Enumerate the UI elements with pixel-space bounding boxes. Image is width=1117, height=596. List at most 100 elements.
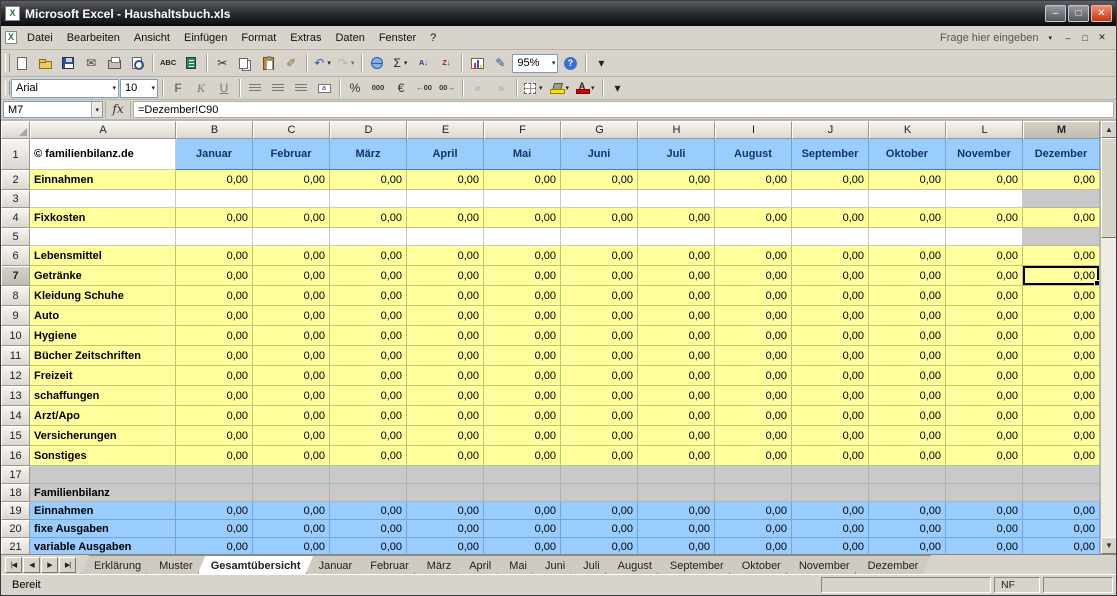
cell-F18[interactable] [484,484,561,502]
row-header-7[interactable]: 7 [1,266,30,286]
row-header-11[interactable]: 11 [1,346,30,366]
cell-J9[interactable]: 0,00 [792,306,869,326]
cell-B11[interactable]: 0,00 [176,346,253,366]
tab-scroll-first-button[interactable]: |◀ [5,557,22,573]
cell-E6[interactable]: 0,00 [407,246,484,266]
maximize-button[interactable]: □ [1068,5,1089,22]
cell-M2[interactable]: 0,00 [1023,170,1100,190]
name-box[interactable]: M7 ▾ [3,101,103,118]
cell-A1[interactable]: © familienbilanz.de [30,139,176,170]
cell-J13[interactable]: 0,00 [792,386,869,406]
sort-ascending-button[interactable]: A↓ [412,53,434,73]
cell-K11[interactable]: 0,00 [869,346,946,366]
cell-L1[interactable]: November [946,139,1023,170]
cell-F9[interactable]: 0,00 [484,306,561,326]
cell-A21[interactable]: variable Ausgaben [30,538,176,554]
cell-F8[interactable]: 0,00 [484,286,561,306]
cell-F6[interactable]: 0,00 [484,246,561,266]
print-preview-button[interactable] [126,53,148,73]
cell-J3[interactable] [792,190,869,208]
cell-C16[interactable]: 0,00 [253,446,330,466]
decrease-decimal-button[interactable]: 00→ [436,78,458,98]
decrease-indent-button[interactable]: « [467,78,489,98]
cell-L17[interactable] [946,466,1023,484]
cell-I19[interactable]: 0,00 [715,502,792,520]
cell-D4[interactable]: 0,00 [330,208,407,228]
restore-workbook-button[interactable]: □ [1077,31,1093,45]
cell-M11[interactable]: 0,00 [1023,346,1100,366]
cell-C19[interactable]: 0,00 [253,502,330,520]
cell-F14[interactable]: 0,00 [484,406,561,426]
cell-I13[interactable]: 0,00 [715,386,792,406]
cell-E15[interactable]: 0,00 [407,426,484,446]
cell-E20[interactable]: 0,00 [407,520,484,538]
cell-J2[interactable]: 0,00 [792,170,869,190]
col-header-M[interactable]: M [1023,121,1100,139]
cell-A2[interactable]: Einnahmen [30,170,176,190]
cell-G1[interactable]: Juni [561,139,638,170]
cell-I18[interactable] [715,484,792,502]
toolbar-options-button[interactable]: ▾ [590,53,612,73]
col-header-K[interactable]: K [869,121,946,139]
menu-extras[interactable]: Extras [283,29,328,47]
cell-K4[interactable]: 0,00 [869,208,946,228]
cell-M20[interactable]: 0,00 [1023,520,1100,538]
cell-F4[interactable]: 0,00 [484,208,561,228]
cell-F13[interactable]: 0,00 [484,386,561,406]
cell-B3[interactable] [176,190,253,208]
cell-H14[interactable]: 0,00 [638,406,715,426]
cell-G15[interactable]: 0,00 [561,426,638,446]
cell-L19[interactable]: 0,00 [946,502,1023,520]
cell-G6[interactable]: 0,00 [561,246,638,266]
cell-M3[interactable] [1023,190,1100,208]
cell-C8[interactable]: 0,00 [253,286,330,306]
cell-E8[interactable]: 0,00 [407,286,484,306]
cell-H15[interactable]: 0,00 [638,426,715,446]
cell-M4[interactable]: 0,00 [1023,208,1100,228]
scroll-down-icon[interactable]: ▼ [1101,537,1116,554]
save-button[interactable] [57,53,79,73]
cell-A15[interactable]: Versicherungen [30,426,176,446]
cell-H6[interactable]: 0,00 [638,246,715,266]
percent-style-button[interactable]: % [344,78,366,98]
cell-I10[interactable]: 0,00 [715,326,792,346]
increase-indent-button[interactable]: » [490,78,512,98]
row-header-16[interactable]: 16 [1,446,30,466]
menu-bearbeiten[interactable]: Bearbeiten [60,29,127,47]
select-all-corner[interactable] [1,121,30,139]
spelling-button[interactable]: ABC [157,53,179,73]
cell-I6[interactable]: 0,00 [715,246,792,266]
row-header-3[interactable]: 3 [1,190,30,208]
cell-K9[interactable]: 0,00 [869,306,946,326]
row-header-12[interactable]: 12 [1,366,30,386]
row-header-6[interactable]: 6 [1,246,30,266]
cell-A13[interactable]: schaffungen [30,386,176,406]
cell-L13[interactable]: 0,00 [946,386,1023,406]
email-button[interactable]: ✉ [80,53,102,73]
row-header-17[interactable]: 17 [1,466,30,484]
cell-D10[interactable]: 0,00 [330,326,407,346]
cell-G2[interactable]: 0,00 [561,170,638,190]
cell-E12[interactable]: 0,00 [407,366,484,386]
cell-H13[interactable]: 0,00 [638,386,715,406]
cell-A3[interactable] [30,190,176,208]
cell-G5[interactable] [561,228,638,246]
cell-M10[interactable]: 0,00 [1023,326,1100,346]
row-header-5[interactable]: 5 [1,228,30,246]
cell-J18[interactable] [792,484,869,502]
cell-D5[interactable] [330,228,407,246]
cell-H18[interactable] [638,484,715,502]
cell-E2[interactable]: 0,00 [407,170,484,190]
sheet-tab-november[interactable]: November [786,555,863,574]
col-header-F[interactable]: F [484,121,561,139]
cell-H5[interactable] [638,228,715,246]
cell-G14[interactable]: 0,00 [561,406,638,426]
insert-hyperlink-button[interactable] [366,53,388,73]
cell-B13[interactable]: 0,00 [176,386,253,406]
font-color-button[interactable]: ▾ [573,78,598,98]
cell-K6[interactable]: 0,00 [869,246,946,266]
question-dropdown-icon[interactable]: ▾ [1048,34,1052,42]
col-header-D[interactable]: D [330,121,407,139]
cell-C1[interactable]: Februar [253,139,330,170]
cell-I21[interactable]: 0,00 [715,538,792,554]
